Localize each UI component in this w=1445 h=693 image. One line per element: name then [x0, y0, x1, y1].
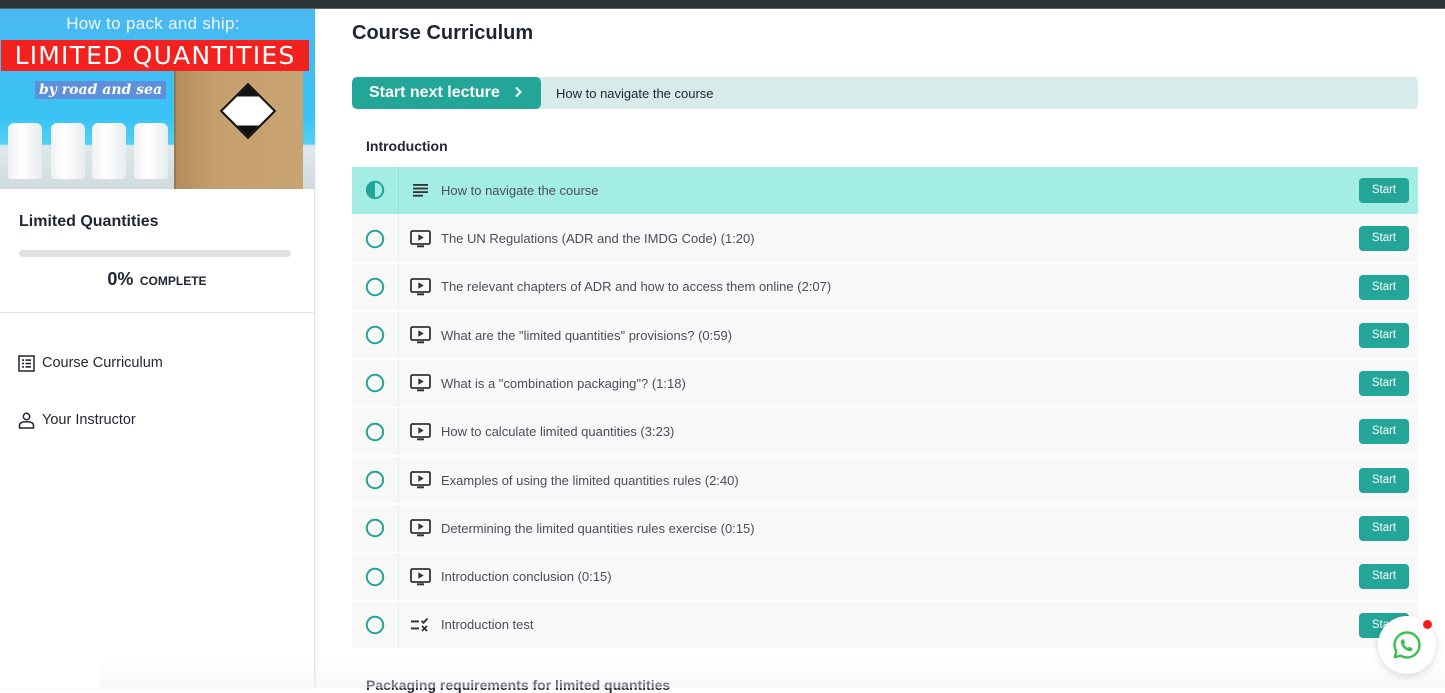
lecture-title: How to navigate the course [441, 182, 599, 198]
lecture-title: Determining the limited quantities rules… [441, 520, 755, 536]
lecture-start-button[interactable]: Start [1359, 564, 1409, 590]
lecture-start-button[interactable]: Start [1359, 178, 1409, 203]
text-lesson-icon [399, 183, 441, 197]
start-next-lecture-label: Start next lecture [369, 84, 500, 101]
video-lesson-icon [399, 277, 441, 296]
lecture-start-button[interactable]: Start [1359, 371, 1409, 397]
video-lesson-icon [399, 229, 441, 248]
incomplete-circle-icon [352, 553, 399, 600]
lecture-row[interactable]: Determining the limited quantities rules… [352, 505, 1418, 552]
lecture-title: Examples of using the limited quantities… [441, 472, 739, 488]
incomplete-circle-icon [352, 505, 399, 552]
next-lecture-title: How to navigate the course [556, 85, 714, 101]
lecture-start-button[interactable]: Start [1359, 226, 1409, 252]
lecture-list: How to navigate the course Start The UN Re… [352, 167, 1418, 649]
lecture-row[interactable]: How to navigate the course Start [352, 167, 1418, 214]
progress-label: COMPLETE [139, 274, 207, 288]
course-image-banner: LIMITED QUANTITIES [1, 40, 309, 71]
lecture-start-button[interactable]: Start [1359, 467, 1409, 493]
lecture-title: What is a "combination packaging"? (1:18… [441, 375, 686, 391]
incomplete-circle-icon [352, 360, 399, 407]
chevron-right-icon [514, 85, 523, 102]
lecture-row[interactable]: How to calculate limited quantities (3:2… [352, 408, 1418, 455]
next-lecture-bar: Start next lecture How to navigate the c… [352, 77, 1418, 109]
course-info: Limited Quantities 0% COMPLETE [0, 189, 314, 313]
incomplete-circle-icon [352, 456, 399, 504]
section-title: Introduction [366, 138, 448, 154]
sidebar-nav: Course Curriculum Your Instructor [0, 313, 314, 432]
lecture-start-button[interactable]: Start [1359, 419, 1409, 445]
section-title: Packaging requirements for limited quant… [366, 677, 671, 693]
lecture-row[interactable]: What are the "limited quantities" provis… [352, 311, 1418, 359]
lecture-start-button[interactable]: Start [1359, 274, 1409, 300]
bottle-graphic [8, 123, 42, 179]
incomplete-circle-icon [352, 263, 399, 311]
main-content: Course Curriculum Start next lecture How… [352, 9, 1418, 693]
lecture-title: Introduction conclusion (0:15) [441, 569, 612, 585]
lecture-title: Introduction test [441, 617, 534, 633]
bottle-graphic [134, 123, 168, 179]
lecture-title: How to calculate limited quantities (3:2… [441, 424, 675, 440]
sidebar-item-your-instructor[interactable]: Your Instructor [0, 408, 314, 432]
video-lesson-icon [399, 374, 441, 392]
sidebar: How to pack and ship: LIMITED QUANTITIES… [0, 9, 315, 688]
incomplete-circle-icon [352, 215, 399, 262]
course-name: Limited Quantities [19, 213, 159, 230]
person-icon [18, 412, 35, 429]
bottle-graphic [92, 123, 126, 179]
lecture-row[interactable]: The UN Regulations (ADR and the IMDG Cod… [352, 215, 1418, 262]
video-lesson-icon [399, 567, 441, 586]
quiz-icon [399, 617, 441, 633]
progress-percent: 0% [107, 269, 134, 289]
lecture-row[interactable]: Introduction conclusion (0:15) Start [352, 553, 1418, 600]
course-image-title: How to pack and ship: [66, 14, 240, 33]
page-title: Course Curriculum [352, 22, 534, 44]
incomplete-circle-icon [352, 601, 399, 649]
video-lesson-icon [399, 519, 441, 537]
list-icon [18, 354, 35, 372]
lecture-title: The relevant chapters of ADR and how to … [441, 279, 832, 295]
lecture-title: What are the "limited quantities" provis… [441, 327, 733, 343]
lecture-row[interactable]: Examples of using the limited quantities… [352, 456, 1418, 504]
lecture-row[interactable]: What is a "combination packaging"? (1:18… [352, 360, 1418, 407]
progress-bar [19, 250, 291, 257]
whatsapp-icon [1393, 631, 1421, 659]
lecture-row[interactable]: The relevant chapters of ADR and how to … [352, 263, 1418, 311]
course-image-subtitle: by road and sea [35, 81, 167, 99]
lecture-start-button[interactable]: Start [1359, 516, 1409, 542]
lecture-row[interactable]: Introduction test Start [352, 601, 1418, 649]
sidebar-item-label: Your Instructor [42, 412, 136, 428]
video-lesson-icon [399, 326, 441, 344]
sidebar-item-course-curriculum[interactable]: Course Curriculum [0, 351, 314, 375]
video-lesson-icon [399, 422, 441, 441]
start-next-lecture-button[interactable]: Start next lecture [352, 77, 541, 109]
progress-text: 0% COMPLETE [19, 269, 295, 290]
bottle-graphic [51, 123, 85, 179]
incomplete-circle-icon [352, 408, 399, 455]
box-graphic [174, 71, 303, 189]
limited-quantity-mark-icon [219, 82, 277, 140]
notification-dot [1423, 620, 1432, 629]
lecture-title: The UN Regulations (ADR and the IMDG Cod… [441, 231, 755, 247]
lecture-start-button[interactable]: Start [1359, 322, 1409, 348]
course-image: How to pack and ship: LIMITED QUANTITIES… [0, 9, 315, 189]
incomplete-circle-icon [352, 311, 399, 359]
half-complete-icon [352, 167, 399, 214]
top-bar [0, 0, 1445, 9]
video-lesson-icon [399, 471, 441, 489]
sidebar-item-label: Course Curriculum [42, 355, 163, 371]
